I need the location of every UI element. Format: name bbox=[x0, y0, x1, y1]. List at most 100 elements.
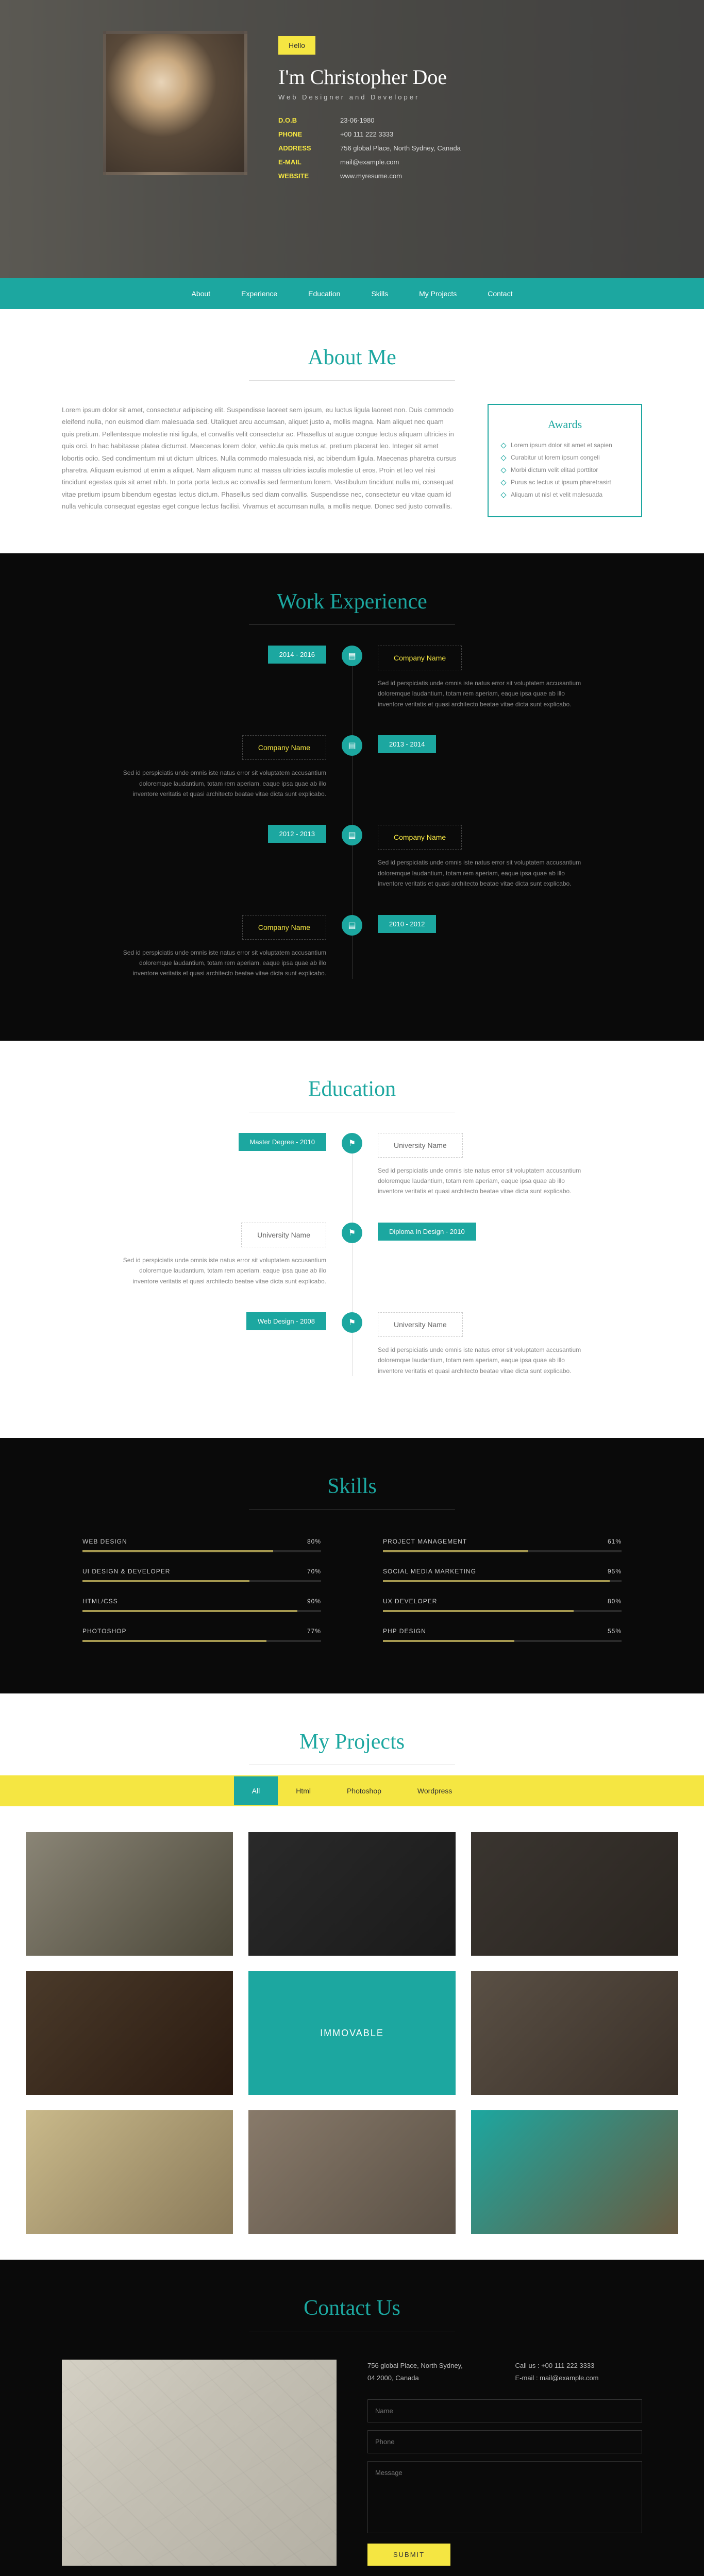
filter-tab[interactable]: Photoshop bbox=[329, 1776, 399, 1805]
info-row: D.O.B23-06-1980 bbox=[278, 116, 461, 124]
date-badge: Master Degree - 2010 bbox=[239, 1133, 326, 1151]
date-badge: 2010 - 2012 bbox=[378, 915, 436, 933]
about-section: About Me Lorem ipsum dolor sit amet, con… bbox=[0, 309, 704, 553]
skill-name: PHOTOSHOP bbox=[82, 1628, 126, 1635]
project-thumb[interactable] bbox=[471, 1832, 678, 1956]
skill-row: PHP DESIGN55% bbox=[383, 1628, 622, 1642]
info-row: E-MAILmail@example.com bbox=[278, 158, 461, 166]
timeline-text: Sed id perspiciatis unde omnis iste natu… bbox=[120, 1255, 326, 1286]
about-text: Lorem ipsum dolor sit amet, consectetur … bbox=[62, 404, 457, 517]
timeline-text: Sed id perspiciatis unde omnis iste natu… bbox=[378, 857, 584, 889]
skill-name: UX DEVELOPER bbox=[383, 1598, 437, 1605]
skills-title: Skills bbox=[0, 1474, 704, 1510]
skill-name: HTML/CSS bbox=[82, 1598, 118, 1605]
phone-input[interactable] bbox=[367, 2430, 642, 2453]
timeline-row: Web Design - 2008 ⚑ University NameSed i… bbox=[94, 1312, 610, 1376]
timeline-row: 2012 - 2013 ▤ Company NameSed id perspic… bbox=[94, 825, 610, 889]
date-badge: 2014 - 2016 bbox=[268, 646, 326, 664]
timeline-text: Sed id perspiciatis unde omnis iste natu… bbox=[120, 947, 326, 979]
skill-row: HTML/CSS 90% bbox=[82, 1598, 321, 1612]
school-box: University Name bbox=[378, 1133, 463, 1158]
date-badge: 2012 - 2013 bbox=[268, 825, 326, 843]
info-value: mail@example.com bbox=[340, 158, 399, 166]
project-thumb[interactable]: IMMOVABLE bbox=[248, 1971, 456, 2095]
skill-name: PROJECT MANAGEMENT bbox=[383, 1538, 467, 1545]
person-subtitle: Web Designer and Developer bbox=[278, 93, 461, 101]
date-badge: 2013 - 2014 bbox=[378, 735, 436, 753]
info-label: E-MAIL bbox=[278, 158, 340, 166]
skill-name: SOCIAL MEDIA MARKETING bbox=[383, 1568, 476, 1575]
nav-link[interactable]: About bbox=[192, 290, 211, 298]
address-line: 04 2000, Canada bbox=[367, 2372, 495, 2384]
main-nav: About Experience Education Skills My Project… bbox=[0, 278, 704, 309]
info-row: WEBSITEwww.myresume.com bbox=[278, 172, 461, 180]
info-label: WEBSITE bbox=[278, 172, 340, 180]
awards-title: Awards bbox=[501, 418, 628, 431]
info-row: ADDRESS756 global Place, North Sydney, C… bbox=[278, 144, 461, 152]
award-item: Purus ac lectus ut ipsum pharetrasirt bbox=[501, 479, 628, 486]
email-line: E-mail : mail@example.com bbox=[515, 2372, 643, 2384]
info-label: D.O.B bbox=[278, 116, 340, 124]
submit-button[interactable]: SUBMIT bbox=[367, 2544, 450, 2566]
skill-pct: 90% bbox=[307, 1598, 321, 1605]
skill-bar bbox=[82, 1550, 321, 1552]
filter-tab[interactable]: Html bbox=[278, 1776, 329, 1805]
timeline-row: Company NameSed id perspiciatis unde omn… bbox=[94, 735, 610, 799]
work-section: Work Experience 2014 - 2016 ▤ Company Na… bbox=[0, 553, 704, 1041]
project-thumb[interactable] bbox=[26, 1971, 233, 2095]
school-box: University Name bbox=[241, 1223, 326, 1247]
project-thumb[interactable] bbox=[471, 1971, 678, 2095]
name-input[interactable] bbox=[367, 2399, 642, 2422]
info-label: PHONE bbox=[278, 130, 340, 138]
skill-bar bbox=[82, 1580, 321, 1582]
company-box: Company Name bbox=[378, 646, 462, 670]
company-box: Company Name bbox=[242, 735, 326, 760]
filter-tab[interactable]: Wordpress bbox=[399, 1776, 470, 1805]
flag-icon: ⚑ bbox=[342, 1223, 362, 1243]
project-thumb[interactable] bbox=[26, 1832, 233, 1956]
avatar bbox=[103, 31, 247, 175]
school-box: University Name bbox=[378, 1312, 463, 1337]
skills-section: Skills WEB DESIGN 80% UI DESIGN & DEVELOPE… bbox=[0, 1438, 704, 1693]
skill-pct: 77% bbox=[307, 1628, 321, 1635]
timeline-row: Company Name Sed id perspiciatis unde omn… bbox=[94, 915, 610, 979]
briefcase-icon: ▤ bbox=[342, 735, 362, 756]
message-input[interactable] bbox=[367, 2461, 642, 2533]
skill-pct: 70% bbox=[307, 1568, 321, 1575]
project-grid: IMMOVABLE bbox=[0, 1806, 704, 2260]
skill-name: WEB DESIGN bbox=[82, 1538, 127, 1545]
project-thumb[interactable] bbox=[471, 2110, 678, 2234]
projects-title: My Projects bbox=[0, 1730, 704, 1765]
timeline-row: University Name Sed id perspiciatis unde … bbox=[94, 1223, 610, 1286]
timeline-text: Sed id perspiciatis unde omnis iste natu… bbox=[378, 1165, 584, 1197]
company-box: Company Name bbox=[242, 915, 326, 940]
nav-link[interactable]: Contact bbox=[488, 290, 512, 298]
skill-bar bbox=[383, 1580, 622, 1582]
date-badge: Diploma In Design - 2010 bbox=[378, 1223, 476, 1241]
nav-link[interactable]: Skills bbox=[371, 290, 388, 298]
nav-link[interactable]: Education bbox=[308, 290, 340, 298]
skill-pct: 80% bbox=[307, 1538, 321, 1545]
nav-link[interactable]: Experience bbox=[241, 290, 277, 298]
info-value: 23-06-1980 bbox=[340, 116, 375, 124]
nav-link[interactable]: My Projects bbox=[419, 290, 457, 298]
info-value: www.myresume.com bbox=[340, 172, 402, 180]
person-name: I'm Christopher Doe bbox=[278, 65, 461, 89]
info-value: +00 111 222 3333 bbox=[340, 130, 393, 138]
education-title: Education bbox=[0, 1077, 704, 1112]
project-thumb[interactable] bbox=[26, 2110, 233, 2234]
skill-row: SOCIAL MEDIA MARKETING95% bbox=[383, 1568, 622, 1582]
project-thumb[interactable] bbox=[248, 1832, 456, 1956]
skill-pct: 55% bbox=[608, 1628, 622, 1635]
info-label: ADDRESS bbox=[278, 144, 340, 152]
skill-row: UI DESIGN & DEVELOPER70% bbox=[82, 1568, 321, 1582]
award-item: Morbi dictum velit elitad porttitor bbox=[501, 466, 628, 473]
contact-map[interactable] bbox=[62, 2360, 337, 2566]
projects-section: My Projects AllHtmlPhotoshopWordpress IM… bbox=[0, 1693, 704, 2260]
filter-tab[interactable]: All bbox=[234, 1776, 278, 1805]
contact-title: Contact Us bbox=[0, 2296, 704, 2331]
project-thumb[interactable] bbox=[248, 2110, 456, 2234]
work-title: Work Experience bbox=[0, 589, 704, 625]
award-item: Aliquam ut nisl et velit malesuada bbox=[501, 491, 628, 498]
hero-header: Hello I'm Christopher Doe Web Designer a… bbox=[0, 0, 704, 278]
